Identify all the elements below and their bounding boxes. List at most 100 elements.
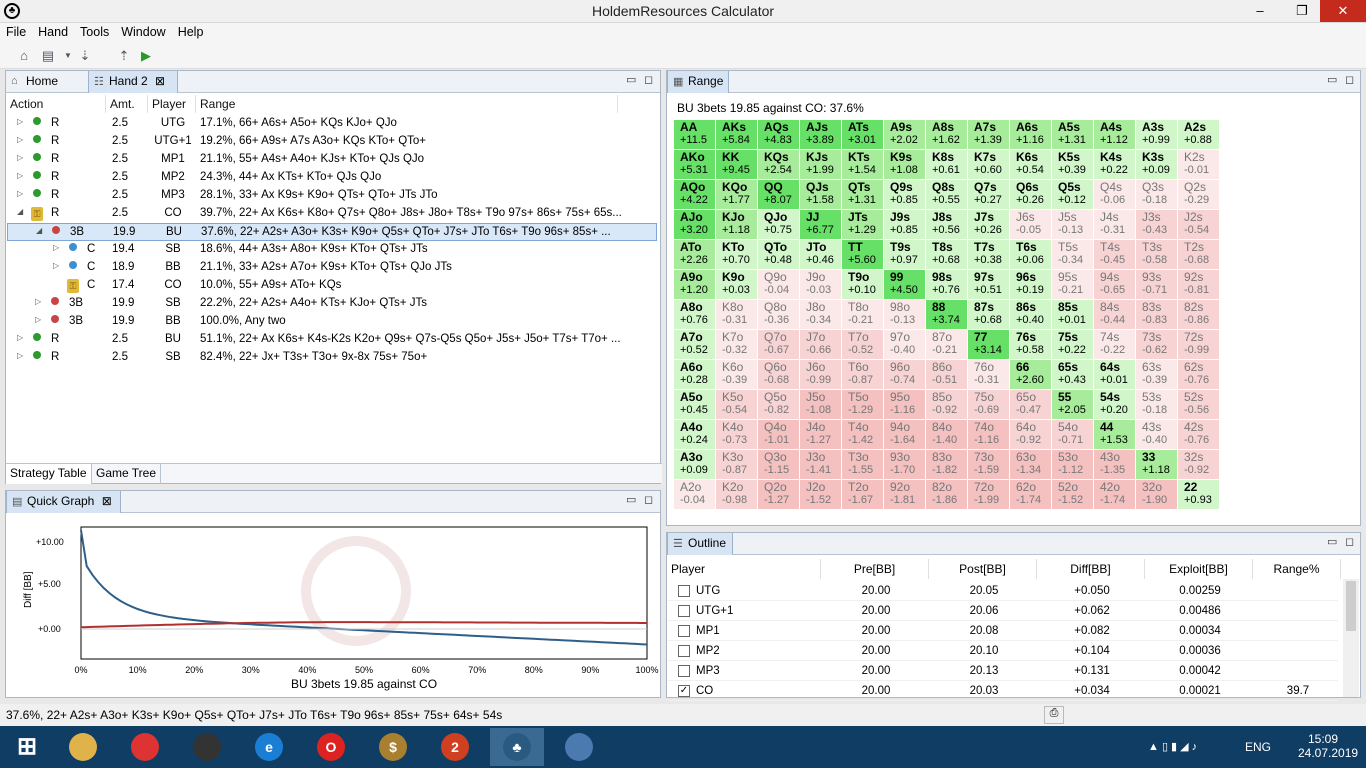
run-icon[interactable]: ▶: [138, 48, 154, 64]
table-row[interactable]: MP1 20.00 20.08 +0.082 0.00034: [668, 621, 1338, 641]
range-cell[interactable]: KTs +1.54: [842, 150, 884, 180]
range-cell[interactable]: J7o -0.66: [800, 330, 842, 360]
menu-tools[interactable]: Tools: [74, 23, 115, 39]
minimize-panel-icon[interactable]: ▭: [626, 73, 636, 86]
range-cell[interactable]: Q5o -0.82: [758, 390, 800, 420]
vpn-icon[interactable]: [180, 728, 234, 766]
menu-help[interactable]: Help: [172, 23, 210, 39]
maximize-panel-icon[interactable]: ◻: [1345, 535, 1354, 548]
range-cell[interactable]: Q2s -0.29: [1178, 180, 1220, 210]
range-cell[interactable]: 86s +0.40: [1010, 300, 1052, 330]
range-cell[interactable]: A9o +1.20: [674, 270, 716, 300]
range-cell[interactable]: Q5s +0.12: [1052, 180, 1094, 210]
range-cell[interactable]: ATs +3.01: [842, 120, 884, 150]
range-cell[interactable]: 72s -0.99: [1178, 330, 1220, 360]
range-cell[interactable]: 83o -1.82: [926, 450, 968, 480]
range-cell[interactable]: 53o -1.12: [1052, 450, 1094, 480]
tab-home[interactable]: ⌂ Home: [6, 71, 86, 93]
range-cell[interactable]: 76o -0.31: [968, 360, 1010, 390]
range-cell[interactable]: A2o -0.04: [674, 480, 716, 510]
scroll-thumb[interactable]: [1346, 581, 1356, 631]
col-range[interactable]: Range: [196, 95, 618, 113]
player-checkbox[interactable]: [678, 605, 690, 617]
range-cell[interactable]: AJs +3.89: [800, 120, 842, 150]
range-cell[interactable]: J6s -0.05: [1010, 210, 1052, 240]
range-cell[interactable]: 42o -1.74: [1094, 480, 1136, 510]
range-cell[interactable]: A6s +1.16: [1010, 120, 1052, 150]
range-cell[interactable]: 64o -0.92: [1010, 420, 1052, 450]
col-range-pct[interactable]: Range%: [1253, 559, 1341, 579]
range-cell[interactable]: T7o -0.52: [842, 330, 884, 360]
range-cell[interactable]: 85s +0.01: [1052, 300, 1094, 330]
range-cell[interactable]: A5s +1.31: [1052, 120, 1094, 150]
app-2-icon[interactable]: 2: [428, 728, 482, 766]
range-cell[interactable]: J6o -0.99: [800, 360, 842, 390]
money-app-icon[interactable]: $: [366, 728, 420, 766]
range-cell[interactable]: 84o -1.40: [926, 420, 968, 450]
range-cell[interactable]: AKs +5.84: [716, 120, 758, 150]
range-cell[interactable]: 22 +0.93: [1178, 480, 1220, 510]
range-cell[interactable]: T9o +0.10: [842, 270, 884, 300]
table-row[interactable]: MP3 20.00 20.13 +0.131 0.00042: [668, 661, 1338, 681]
range-cell[interactable]: A5o +0.45: [674, 390, 716, 420]
outline-scrollbar[interactable]: [1343, 579, 1359, 697]
range-cell[interactable]: 87s +0.68: [968, 300, 1010, 330]
range-cell[interactable]: Q6s +0.26: [1010, 180, 1052, 210]
home-icon[interactable]: ⌂: [16, 48, 32, 64]
range-cell[interactable]: A9s +2.02: [884, 120, 926, 150]
range-cell[interactable]: AA +11.5: [674, 120, 716, 150]
range-cell[interactable]: 43o -1.35: [1094, 450, 1136, 480]
range-cell[interactable]: K7s +0.60: [968, 150, 1010, 180]
tab-game-tree[interactable]: Game Tree: [92, 464, 162, 484]
range-cell[interactable]: K6s +0.54: [1010, 150, 1052, 180]
chrome-icon[interactable]: [118, 728, 172, 766]
expand-icon[interactable]: ▷: [17, 351, 23, 360]
new-hand-icon[interactable]: ▤: [40, 48, 56, 64]
expand-icon[interactable]: ▷: [17, 117, 23, 126]
range-cell[interactable]: K8o -0.31: [716, 300, 758, 330]
range-cell[interactable]: QJo +0.75: [758, 210, 800, 240]
range-cell[interactable]: 77 +3.14: [968, 330, 1010, 360]
range-cell[interactable]: T4s -0.45: [1094, 240, 1136, 270]
tab-outline[interactable]: ☰ Outline: [667, 533, 733, 555]
range-cell[interactable]: QTo +0.48: [758, 240, 800, 270]
range-cell[interactable]: Q6o -0.68: [758, 360, 800, 390]
range-cell[interactable]: KQs +2.54: [758, 150, 800, 180]
close-tab-icon[interactable]: ⊠: [155, 74, 165, 88]
range-cell[interactable]: 96s +0.19: [1010, 270, 1052, 300]
col-player[interactable]: Player: [148, 95, 196, 113]
range-cell[interactable]: JTs +1.29: [842, 210, 884, 240]
opera-icon[interactable]: O: [304, 728, 358, 766]
range-cell[interactable]: K7o -0.32: [716, 330, 758, 360]
range-cell[interactable]: 63s -0.39: [1136, 360, 1178, 390]
range-cell[interactable]: A3s +0.99: [1136, 120, 1178, 150]
tab-quick-graph[interactable]: ▤ Quick Graph ⊠: [6, 491, 121, 513]
range-cell[interactable]: T3s -0.58: [1136, 240, 1178, 270]
range-cell[interactable]: 75o -0.69: [968, 390, 1010, 420]
maximize-panel-icon[interactable]: ◻: [644, 73, 653, 86]
range-cell[interactable]: Q2o -1.27: [758, 480, 800, 510]
tab-range[interactable]: ▦ Range: [667, 71, 729, 93]
table-row[interactable]: ▷ 3B 19.9 BB 100.0%, Any two: [7, 313, 657, 331]
range-cell[interactable]: T2s -0.68: [1178, 240, 1220, 270]
table-row[interactable]: ▷ R 2.5 BU 51.1%, 22+ Ax K6s+ K4s-K2s K2o+ Q…: [7, 331, 657, 349]
range-cell[interactable]: Q9o -0.04: [758, 270, 800, 300]
range-cell[interactable]: A7o +0.52: [674, 330, 716, 360]
range-cell[interactable]: K9o +0.03: [716, 270, 758, 300]
import-icon[interactable]: ⇣: [77, 48, 93, 64]
range-cell[interactable]: A8s +1.62: [926, 120, 968, 150]
range-cell[interactable]: J9s +0.85: [884, 210, 926, 240]
range-cell[interactable]: K9s +1.08: [884, 150, 926, 180]
range-cell[interactable]: T2o -1.67: [842, 480, 884, 510]
range-cell[interactable]: JTo +0.46: [800, 240, 842, 270]
range-cell[interactable]: 63o -1.34: [1010, 450, 1052, 480]
range-cell[interactable]: 42s -0.76: [1178, 420, 1220, 450]
dropdown-icon[interactable]: ▼: [60, 48, 76, 64]
expand-icon[interactable]: ▷: [53, 261, 59, 270]
range-cell[interactable]: 66 +2.60: [1010, 360, 1052, 390]
range-cell[interactable]: T7s +0.38: [968, 240, 1010, 270]
range-cell[interactable]: KJs +1.99: [800, 150, 842, 180]
range-cell[interactable]: 74o -1.16: [968, 420, 1010, 450]
minimize-panel-icon[interactable]: ▭: [1327, 535, 1337, 548]
expand-icon[interactable]: ▷: [17, 135, 23, 144]
